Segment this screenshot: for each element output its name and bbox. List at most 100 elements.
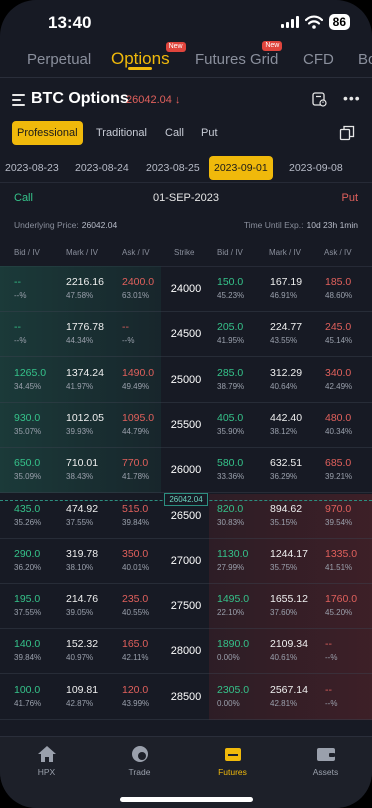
put-ask-cell[interactable]: 245.0 45.14% [325,320,372,346]
more-options-icon[interactable]: ••• [343,90,361,106]
call-bid-iv: 36.20% [14,562,42,572]
strike-row-26000[interactable]: 650.0 35.09% 710.01 38.43% 770.0 41.78% 26000 5… [0,448,372,494]
put-bid-cell[interactable]: 150.0 45.23% [217,275,269,301]
call-mark-cell[interactable]: 710.01 38.43% [66,456,118,482]
call-bid-cell[interactable]: 290.0 36.20% [14,547,66,573]
put-mark-cell[interactable]: 224.77 43.55% [270,320,322,346]
put-mark-cell[interactable]: 2109.34 40.61% [270,637,322,663]
put-mark-cell[interactable]: 1244.17 35.75% [270,547,322,573]
strike-row-24500[interactable]: -- --% 1776.78 44.34% -- --% 24500 205.0 41.95% 2… [0,312,372,358]
call-bid-cell[interactable]: 195.0 37.55% [14,592,66,618]
put-mark-cell[interactable]: 632.51 36.29% [270,456,322,482]
call-mark-cell[interactable]: 1012.05 39.93% [66,411,118,437]
nav-assets[interactable]: Assets [279,745,372,777]
tab-futures-grid[interactable]: Futures Grid New [195,41,283,68]
put-bid-cell[interactable]: 1890.0 0.00% [217,637,269,663]
status-time: 13:40 [48,13,92,32]
put-ask-iv: 39.21% [325,472,353,482]
call-mark-cell[interactable]: 2216.16 47.58% [66,275,118,301]
put-bid-cell[interactable]: 405.0 35.90% [217,411,269,437]
tab-cfd[interactable]: CFD [303,44,334,68]
strike-row-28500[interactable]: 100.0 41.76% 109.81 42.87% 120.0 43.99% 28500 2… [0,675,372,720]
put-bid-iv: 27.99% [217,562,245,572]
put-mark-price: 2109.34 [270,638,308,651]
expiry-date-tabs: 2023-08-23 2023-08-24 2023-08-25 2023-09… [0,156,372,180]
menu-icon[interactable] [12,94,25,106]
date-tab-selected[interactable]: 2023-09-01 [209,156,273,180]
put-mark-cell[interactable]: 167.19 46.91% [270,275,322,301]
call-bid-cell[interactable]: 435.0 35.26% [14,502,66,528]
tab-perpetual[interactable]: Perpetual [27,44,91,68]
call-mark-iv: 39.05% [66,608,94,618]
mode-traditional[interactable]: Traditional [96,121,147,145]
put-bid-cell[interactable]: 1130.0 27.99% [217,547,269,573]
put-bid-cell[interactable]: 580.0 33.36% [217,456,269,482]
call-mark-cell[interactable]: 214.76 39.05% [66,592,118,618]
col-call-mark: Mark / IV [66,248,99,257]
put-ask-cell[interactable]: 480.0 40.34% [325,411,372,437]
strike-row-25500[interactable]: 930.0 35.07% 1012.05 39.93% 1095.0 44.79% 2550… [0,403,372,448]
call-mark-cell[interactable]: 1776.78 44.34% [66,320,118,346]
strike-row-24000[interactable]: -- --% 2216.16 47.58% 2400.0 63.01% 24000 150.0… [0,267,372,312]
calculator-icon[interactable] [312,92,327,107]
option-chain: Bid / IV Mark / IV Ask / IV Strike Bid /… [0,236,372,736]
put-bid-cell[interactable]: 1495.0 22.10% [217,592,269,618]
call-mark-cell[interactable]: 319.78 38.10% [66,547,118,573]
call-mark-cell[interactable]: 1374.24 41.97% [66,366,118,392]
call-bid-cell[interactable]: 650.0 35.09% [14,456,66,482]
call-mark-cell[interactable]: 152.32 40.97% [66,637,118,663]
put-bid-cell[interactable]: 2305.0 0.00% [217,683,269,709]
put-mark-cell[interactable]: 894.62 35.15% [270,502,322,528]
call-bid-cell[interactable]: 140.0 39.84% [14,637,66,663]
nav-hpx[interactable]: HPX [0,745,93,777]
call-mark-price: 1012.05 [66,411,104,424]
put-ask-cell[interactable]: 185.0 48.60% [325,275,372,301]
put-ask-cell[interactable]: 1335.0 41.51% [325,547,372,573]
strike-row-28000[interactable]: 140.0 39.84% 152.32 40.97% 165.0 42.11% 28000 1… [0,629,372,675]
call-bid-cell[interactable]: -- --% [14,275,66,301]
put-bid-iv: 41.95% [217,336,245,346]
put-mark-cell[interactable]: 1655.12 37.60% [270,592,322,618]
strike-row-25000[interactable]: 1265.0 34.45% 1374.24 41.97% 1490.0 49.49% 250… [0,358,372,403]
date-tab[interactable]: 2023-08-25 [146,156,200,180]
nav-trade[interactable]: Trade [93,745,186,777]
put-ask-cell[interactable]: 970.0 39.54% [325,502,372,528]
mode-put[interactable]: Put [201,121,218,145]
tab-more-products[interactable]: Bo [358,44,372,68]
date-tab[interactable]: 2023-09-08 [289,156,343,180]
call-mark-price: 2216.16 [66,276,104,288]
put-bid-cell[interactable]: 820.0 30.83% [217,502,269,528]
put-ask-cell[interactable]: 1760.0 45.20% [325,592,372,618]
expiry-date-label: 01-SEP-2023 [152,192,220,204]
tab-options[interactable]: Options New [111,42,186,70]
instrument-title[interactable]: BTC Options [31,90,129,108]
call-mark-cell[interactable]: 474.92 37.55% [66,502,118,528]
put-mark-cell[interactable]: 442.40 38.12% [270,411,322,437]
call-bid-cell[interactable]: 1265.0 34.45% [14,366,66,392]
put-bid-price: 405.0 [217,411,244,424]
put-bid-cell[interactable]: 285.0 38.79% [217,366,269,392]
strike-row-27500[interactable]: 195.0 37.55% 214.76 39.05% 235.0 40.55% 27500 1… [0,584,372,630]
put-ask-cell[interactable]: 340.0 42.49% [325,366,372,392]
copy-icon[interactable] [339,125,355,141]
date-tab[interactable]: 2023-08-23 [5,156,59,180]
call-bid-cell[interactable]: -- --% [14,320,66,346]
date-tab[interactable]: 2023-08-24 [75,156,129,180]
put-bid-iv: 30.83% [217,517,245,527]
call-mark-cell[interactable]: 109.81 42.87% [66,683,118,709]
nav-futures[interactable]: Futures [186,745,279,777]
call-bid-cell[interactable]: 930.0 35.07% [14,411,66,437]
mode-professional[interactable]: Professional [12,121,83,145]
call-bid-cell[interactable]: 100.0 41.76% [14,683,66,709]
put-bid-iv: 0.00% [217,653,240,663]
put-mark-cell[interactable]: 2567.14 42.81% [270,683,322,709]
put-ask-cell[interactable]: -- --% [325,683,372,709]
call-bid-iv: 35.09% [14,472,42,482]
call-bid-price: 650.0 [14,457,41,470]
mode-call[interactable]: Call [165,121,184,145]
put-mark-cell[interactable]: 312.29 40.64% [270,366,322,392]
put-ask-cell[interactable]: 685.0 39.21% [325,456,372,482]
put-ask-cell[interactable]: -- --% [325,637,372,663]
strike-row-27000[interactable]: 290.0 36.20% 319.78 38.10% 350.0 40.01% 27000 1… [0,539,372,584]
put-bid-cell[interactable]: 205.0 41.95% [217,320,269,346]
